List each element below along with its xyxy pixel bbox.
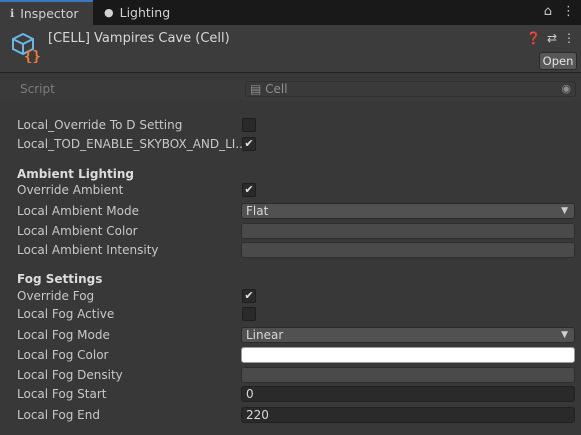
- tab-inspector[interactable]: ℹ Inspector: [0, 0, 93, 25]
- fog-start-row: Local Fog Start 0: [0, 385, 581, 405]
- script-field[interactable]: ▤ Cell ◉: [245, 81, 576, 97]
- info-icon: ℹ: [10, 7, 15, 20]
- script-file-icon: ▤: [250, 82, 266, 96]
- tab-bar: ℹ Inspector ● Lighting ⌂ ⋮: [0, 0, 581, 25]
- fog-mode-row: Local Fog Mode Linear ▼: [0, 326, 581, 346]
- dropdown-arrow-icon: ▼: [561, 330, 568, 340]
- help-icon[interactable]: ❓: [526, 31, 541, 45]
- override-tod-label: Local_Override To D Setting: [17, 118, 183, 132]
- override-ambient-row: Override Ambient ✔: [0, 181, 581, 201]
- override-ambient-toggle[interactable]: ✔: [242, 183, 256, 197]
- fog-color-label: Local Fog Color: [17, 348, 109, 362]
- override-ambient-label: Override Ambient: [17, 183, 124, 197]
- tab-bar-controls: ⌂ ⋮: [544, 4, 575, 19]
- fog-density-label: Local Fog Density: [17, 368, 123, 382]
- svg-text:{}: {}: [24, 49, 41, 63]
- prefab-cube-icon: {}: [12, 32, 41, 63]
- tod-skybox-toggle[interactable]: ✔: [242, 137, 256, 151]
- inspector-header: {} [CELL] Vampires Cave (Cell) ❓ ⇄ ⋮ Ope…: [0, 25, 581, 73]
- header-controls: ❓ ⇄ ⋮: [526, 31, 575, 45]
- fog-active-label: Local Fog Active: [17, 307, 115, 321]
- ambient-section-title: Ambient Lighting: [17, 167, 134, 181]
- ambient-mode-row: Local Ambient Mode Flat ▼: [0, 202, 581, 222]
- lock-icon[interactable]: ⌂: [544, 4, 552, 19]
- script-label: Script: [20, 82, 55, 96]
- ambient-color-swatch[interactable]: [241, 223, 575, 239]
- ambient-mode-label: Local Ambient Mode: [17, 204, 139, 218]
- fog-end-row: Local Fog End 220: [0, 406, 581, 426]
- fog-mode-label: Local Fog Mode: [17, 328, 110, 342]
- preset-icon[interactable]: ⇄: [547, 31, 557, 45]
- override-fog-row: Override Fog ✔: [0, 287, 581, 307]
- tod-skybox-row: Local_TOD_ENABLE_SKYBOX_AND_LI... ✔: [0, 135, 581, 155]
- open-button[interactable]: Open: [539, 52, 577, 70]
- context-menu-icon[interactable]: ⋮: [563, 31, 575, 45]
- tab-label: Inspector: [20, 6, 79, 21]
- ambient-intensity-row: Local Ambient Intensity: [0, 241, 581, 261]
- ambient-mode-dropdown[interactable]: Flat ▼: [241, 203, 575, 219]
- dropdown-arrow-icon: ▼: [561, 206, 568, 216]
- ambient-intensity-label: Local Ambient Intensity: [17, 243, 159, 257]
- fog-color-swatch[interactable]: [241, 347, 575, 363]
- fog-active-row: Local Fog Active: [0, 305, 581, 325]
- fog-section-title: Fog Settings: [17, 272, 103, 286]
- ambient-color-label: Local Ambient Color: [17, 224, 138, 238]
- fog-mode-value: Linear: [246, 328, 284, 342]
- override-fog-toggle[interactable]: ✔: [242, 289, 256, 303]
- tab-label: Lighting: [119, 5, 171, 20]
- fog-end-label: Local Fog End: [17, 408, 100, 422]
- override-tod-toggle[interactable]: [242, 118, 256, 132]
- fog-active-toggle[interactable]: [242, 307, 256, 321]
- tod-skybox-label: Local_TOD_ENABLE_SKYBOX_AND_LI...: [17, 137, 247, 151]
- object-title: [CELL] Vampires Cave (Cell): [48, 31, 230, 46]
- ambient-intensity-field[interactable]: [241, 242, 575, 258]
- override-tod-row: Local_Override To D Setting: [0, 116, 581, 136]
- fog-end-input[interactable]: 220: [241, 407, 575, 423]
- bulb-icon: ●: [104, 6, 114, 19]
- script-row: Script ▤ Cell ◉: [0, 80, 581, 100]
- fog-color-row: Local Fog Color: [0, 346, 581, 366]
- fog-density-field[interactable]: [241, 367, 575, 383]
- object-picker-icon[interactable]: ◉: [561, 82, 571, 96]
- script-value: Cell: [265, 82, 288, 96]
- fog-start-input[interactable]: 0: [241, 386, 575, 402]
- more-icon[interactable]: ⋮: [562, 4, 575, 19]
- fog-start-label: Local Fog Start: [17, 387, 107, 401]
- ambient-color-row: Local Ambient Color: [0, 222, 581, 242]
- fog-density-row: Local Fog Density: [0, 366, 581, 386]
- ambient-mode-value: Flat: [246, 204, 269, 218]
- override-fog-label: Override Fog: [17, 289, 95, 303]
- tab-lighting[interactable]: ● Lighting: [104, 0, 170, 25]
- fog-mode-dropdown[interactable]: Linear ▼: [241, 327, 575, 343]
